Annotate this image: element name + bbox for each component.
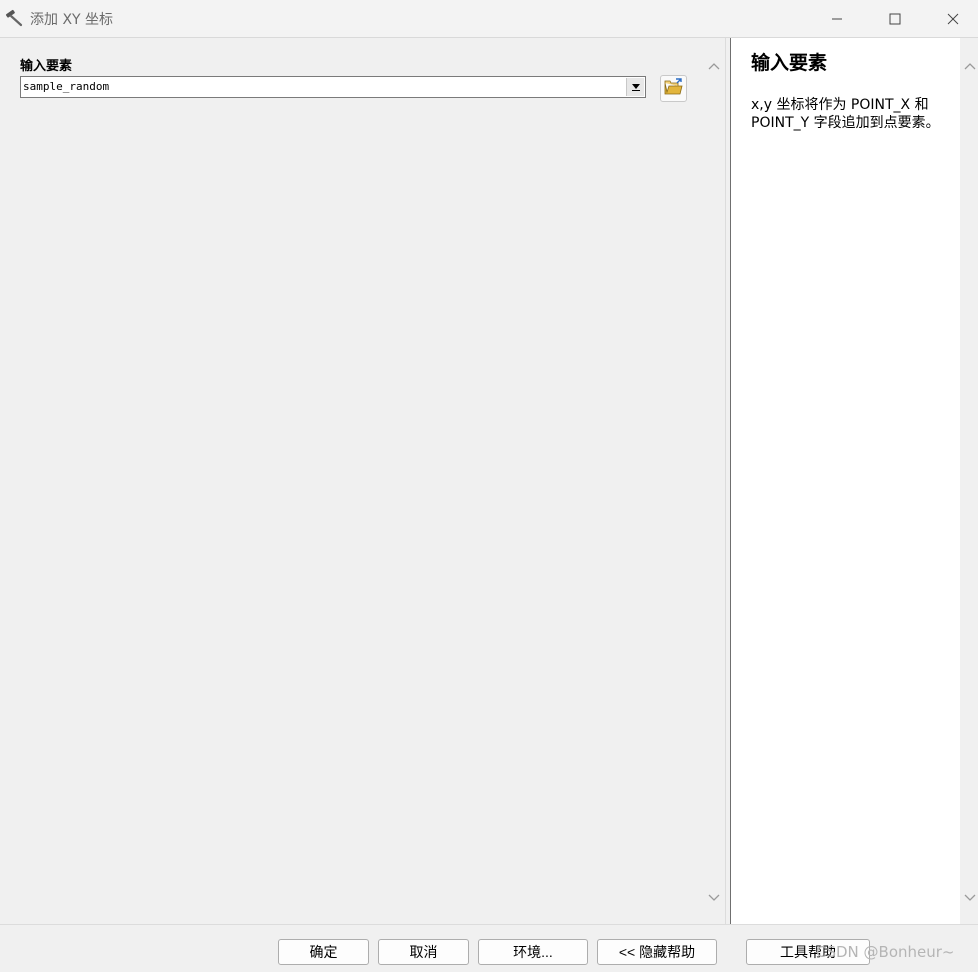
maximize-button[interactable] xyxy=(866,0,924,37)
input-features-label: 输入要素 xyxy=(20,59,73,74)
scroll-down-icon[interactable] xyxy=(706,890,721,905)
dialog-window: 添加 XY 坐标 输入要素 sample_random 输入要素 x,y 坐标将… xyxy=(0,0,978,972)
cancel-button[interactable]: 取消 xyxy=(378,939,469,965)
help-scrollbar[interactable] xyxy=(960,38,978,924)
help-description: x,y 坐标将作为 POINT_X 和 POINT_Y 字段追加到点要素。 xyxy=(751,97,940,131)
hide-help-button[interactable]: << 隐藏帮助 xyxy=(597,939,717,965)
button-bar: 确定 取消 环境... << 隐藏帮助 工具帮助 CSDN @Bonheur~ xyxy=(0,924,978,972)
watermark: CSDN @Bonheur~ xyxy=(816,943,955,961)
input-features-value: sample_random xyxy=(23,80,110,93)
ok-button[interactable]: 确定 xyxy=(278,939,369,965)
title-bar: 添加 XY 坐标 xyxy=(0,0,978,38)
help-title: 输入要素 xyxy=(751,52,828,74)
parameters-panel: 输入要素 sample_random xyxy=(0,38,702,924)
window-title: 添加 XY 坐标 xyxy=(30,12,114,28)
input-features-combobox[interactable]: sample_random xyxy=(20,76,646,98)
help-scroll-up-icon[interactable] xyxy=(962,58,977,73)
open-folder-icon xyxy=(664,77,684,100)
close-icon xyxy=(947,13,959,24)
maximize-icon xyxy=(889,13,901,24)
help-scroll-down-icon[interactable] xyxy=(962,890,977,905)
close-button[interactable] xyxy=(924,0,978,37)
minimize-button[interactable] xyxy=(808,0,866,37)
parameters-scrollbar[interactable] xyxy=(702,38,725,924)
hammer-icon xyxy=(4,8,24,28)
dropdown-arrow-icon[interactable] xyxy=(626,78,644,96)
scroll-up-icon[interactable] xyxy=(706,58,721,73)
browse-button[interactable] xyxy=(660,75,687,102)
help-panel: 输入要素 x,y 坐标将作为 POINT_X 和 POINT_Y 字段追加到点要… xyxy=(731,38,960,924)
minimize-icon xyxy=(832,18,842,19)
environments-button[interactable]: 环境... xyxy=(478,939,588,965)
